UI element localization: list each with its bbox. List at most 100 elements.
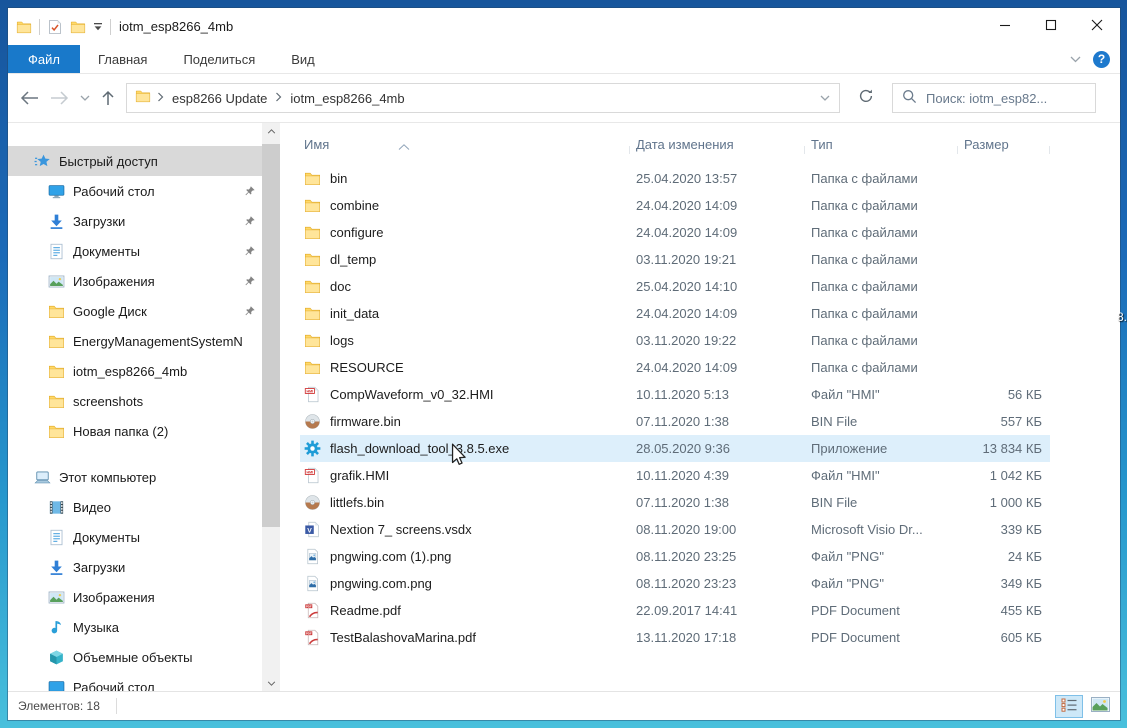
file-row[interactable]: logs03.11.2020 19:22Папка с файлами — [300, 327, 1050, 354]
sidebar-item-label: Рабочий стол — [73, 680, 155, 692]
sidebar-item[interactable]: Рабочий стол — [8, 672, 262, 691]
file-row[interactable]: dl_temp03.11.2020 19:21Папка с файлами — [300, 246, 1050, 273]
toolbar-separator — [110, 19, 111, 35]
folder-icon[interactable] — [16, 19, 32, 35]
sidebar-item[interactable]: Документы — [8, 522, 262, 552]
sidebar-item[interactable]: Музыка — [8, 612, 262, 642]
column-header-type[interactable]: Тип — [805, 137, 958, 159]
back-icon[interactable] — [20, 91, 39, 105]
minimize-button[interactable] — [982, 8, 1028, 45]
status-bar: Элементов: 18 — [8, 691, 1120, 720]
file-row[interactable]: pngwing.com (1).png08.11.2020 23:25Файл … — [300, 543, 1050, 570]
sidebar-item[interactable]: Объемные объекты — [8, 642, 262, 672]
file-row[interactable]: combine24.04.2020 14:09Папка с файлами — [300, 192, 1050, 219]
breadcrumb-chevron-icon[interactable] — [275, 89, 282, 107]
pictures-icon — [48, 273, 65, 290]
file-size: 455 КБ — [958, 603, 1050, 618]
sidebar-item[interactable]: Загрузки — [8, 206, 262, 236]
file-name: flash_download_tool_3.8.5.exe — [330, 441, 509, 456]
sidebar-item[interactable]: Рабочий стол — [8, 176, 262, 206]
address-bar[interactable]: esp8266 Update iotm_esp8266_4mb — [126, 83, 840, 113]
sidebar-item[interactable]: Документы — [8, 236, 262, 266]
minimize-icon — [999, 18, 1011, 36]
file-row[interactable]: VNextion 7_ screens.vsdx08.11.2020 19:00… — [300, 516, 1050, 543]
file-row[interactable]: init_data24.04.2020 14:09Папка с файлами — [300, 300, 1050, 327]
scroll-up-icon[interactable] — [262, 123, 280, 139]
help-button[interactable]: ? — [1093, 51, 1110, 68]
file-row[interactable]: RESOURCE24.04.2020 14:09Папка с файлами — [300, 354, 1050, 381]
downloads-arrow-icon — [48, 213, 65, 230]
file-row[interactable]: PDFTestBalashovaMarina.pdf13.11.2020 17:… — [300, 624, 1050, 651]
sidebar-item-label: Документы — [73, 530, 140, 545]
maximize-button[interactable] — [1028, 8, 1074, 45]
tab-share[interactable]: Поделиться — [165, 45, 273, 73]
file-row[interactable]: pngwing.com.png08.11.2020 23:23Файл "PNG… — [300, 570, 1050, 597]
file-type: Приложение — [805, 441, 958, 456]
file-name: grafik.HMI — [330, 468, 389, 483]
file-row[interactable]: configure24.04.2020 14:09Папка с файлами — [300, 219, 1050, 246]
breadcrumb-segment[interactable]: iotm_esp8266_4mb — [288, 91, 406, 106]
file-row[interactable]: littlefs.bin07.11.2020 1:38BIN File1 000… — [300, 489, 1050, 516]
folder-icon[interactable] — [70, 19, 86, 35]
tab-view[interactable]: Вид — [273, 45, 333, 73]
column-header-name[interactable]: Имя — [300, 137, 630, 159]
sidebar-item[interactable]: EnergyManagementSystemN — [8, 326, 262, 356]
music-note-icon — [48, 619, 65, 636]
file-size: 56 КБ — [958, 387, 1050, 402]
file-row[interactable]: bin25.04.2020 13:57Папка с файлами — [300, 165, 1050, 192]
maximize-icon — [1045, 18, 1057, 36]
ribbon-expand-chevron-icon[interactable] — [1070, 50, 1081, 68]
search-input[interactable]: Поиск: iotm_esp82... — [892, 83, 1096, 113]
scrollbar-thumb[interactable] — [262, 144, 280, 527]
customize-qat-arrow-icon[interactable] — [93, 22, 103, 31]
column-header-size[interactable]: Размер — [958, 137, 1050, 159]
file-name: combine — [330, 198, 379, 213]
scroll-down-icon[interactable] — [262, 675, 280, 691]
sidebar-item-label: Новая папка (2) — [73, 424, 168, 439]
sidebar-item[interactable]: Новая папка (2) — [8, 416, 262, 446]
search-icon — [902, 89, 917, 107]
up-icon[interactable] — [101, 90, 115, 106]
breadcrumb-segment[interactable]: esp8266 Update — [170, 91, 269, 106]
address-dropdown-chevron-icon[interactable] — [811, 84, 839, 112]
hmi-file-icon: HMI — [304, 467, 321, 484]
tab-file[interactable]: Файл — [8, 45, 80, 73]
sidebar-item[interactable]: Видео — [8, 492, 262, 522]
thumbnails-view-button[interactable] — [1086, 695, 1114, 718]
folder-icon — [48, 363, 65, 380]
properties-check-icon[interactable] — [47, 19, 63, 35]
title-bar[interactable]: iotm_esp8266_4mb — [8, 8, 1120, 45]
sidebar-item[interactable]: Изображения — [8, 582, 262, 612]
file-type: BIN File — [805, 414, 958, 429]
sidebar-section-quick-access[interactable]: Быстрый доступ — [8, 146, 262, 176]
file-date: 10.11.2020 4:39 — [630, 468, 805, 483]
sidebar-item[interactable]: Google Диск — [8, 296, 262, 326]
file-row[interactable]: PDFReadme.pdf22.09.2017 14:41PDF Documen… — [300, 597, 1050, 624]
sidebar-scrollbar[interactable] — [262, 123, 280, 691]
file-type: Файл "PNG" — [805, 549, 958, 564]
file-row[interactable]: doc25.04.2020 14:10Папка с файлами — [300, 273, 1050, 300]
file-row[interactable]: flash_download_tool_3.8.5.exe28.05.2020 … — [300, 435, 1050, 462]
sidebar-item[interactable]: Загрузки — [8, 552, 262, 582]
details-view-button[interactable] — [1055, 695, 1083, 718]
items-count: Элементов: 18 — [18, 699, 100, 713]
recent-locations-chevron-icon[interactable] — [80, 95, 90, 101]
file-row[interactable]: firmware.bin07.11.2020 1:38BIN File557 К… — [300, 408, 1050, 435]
sidebar-item[interactable]: screenshots — [8, 386, 262, 416]
file-row[interactable]: HMIgrafik.HMI10.11.2020 4:39Файл "HMI"1 … — [300, 462, 1050, 489]
refresh-button[interactable] — [845, 83, 887, 113]
file-name: pngwing.com.png — [330, 576, 432, 591]
close-button[interactable] — [1074, 8, 1120, 45]
file-row[interactable]: HMICompWaveform_v0_32.HMI10.11.2020 5:13… — [300, 381, 1050, 408]
sidebar-tree: Быстрый доступРабочий столЗагрузкиДокуме… — [8, 123, 262, 691]
column-header-date[interactable]: Дата изменения — [630, 137, 805, 159]
forward-icon[interactable] — [50, 91, 69, 105]
file-date: 08.11.2020 23:23 — [630, 576, 805, 591]
file-date: 10.11.2020 5:13 — [630, 387, 805, 402]
file-list-area: Имя Дата изменения Тип Размер bin25.04.2… — [280, 123, 1120, 691]
breadcrumb-chevron-icon[interactable] — [157, 89, 164, 107]
sidebar-item[interactable]: Изображения — [8, 266, 262, 296]
sidebar-item[interactable]: iotm_esp8266_4mb — [8, 356, 262, 386]
sidebar-section-this-pc[interactable]: Этот компьютер — [8, 462, 262, 492]
tab-home[interactable]: Главная — [80, 45, 165, 73]
